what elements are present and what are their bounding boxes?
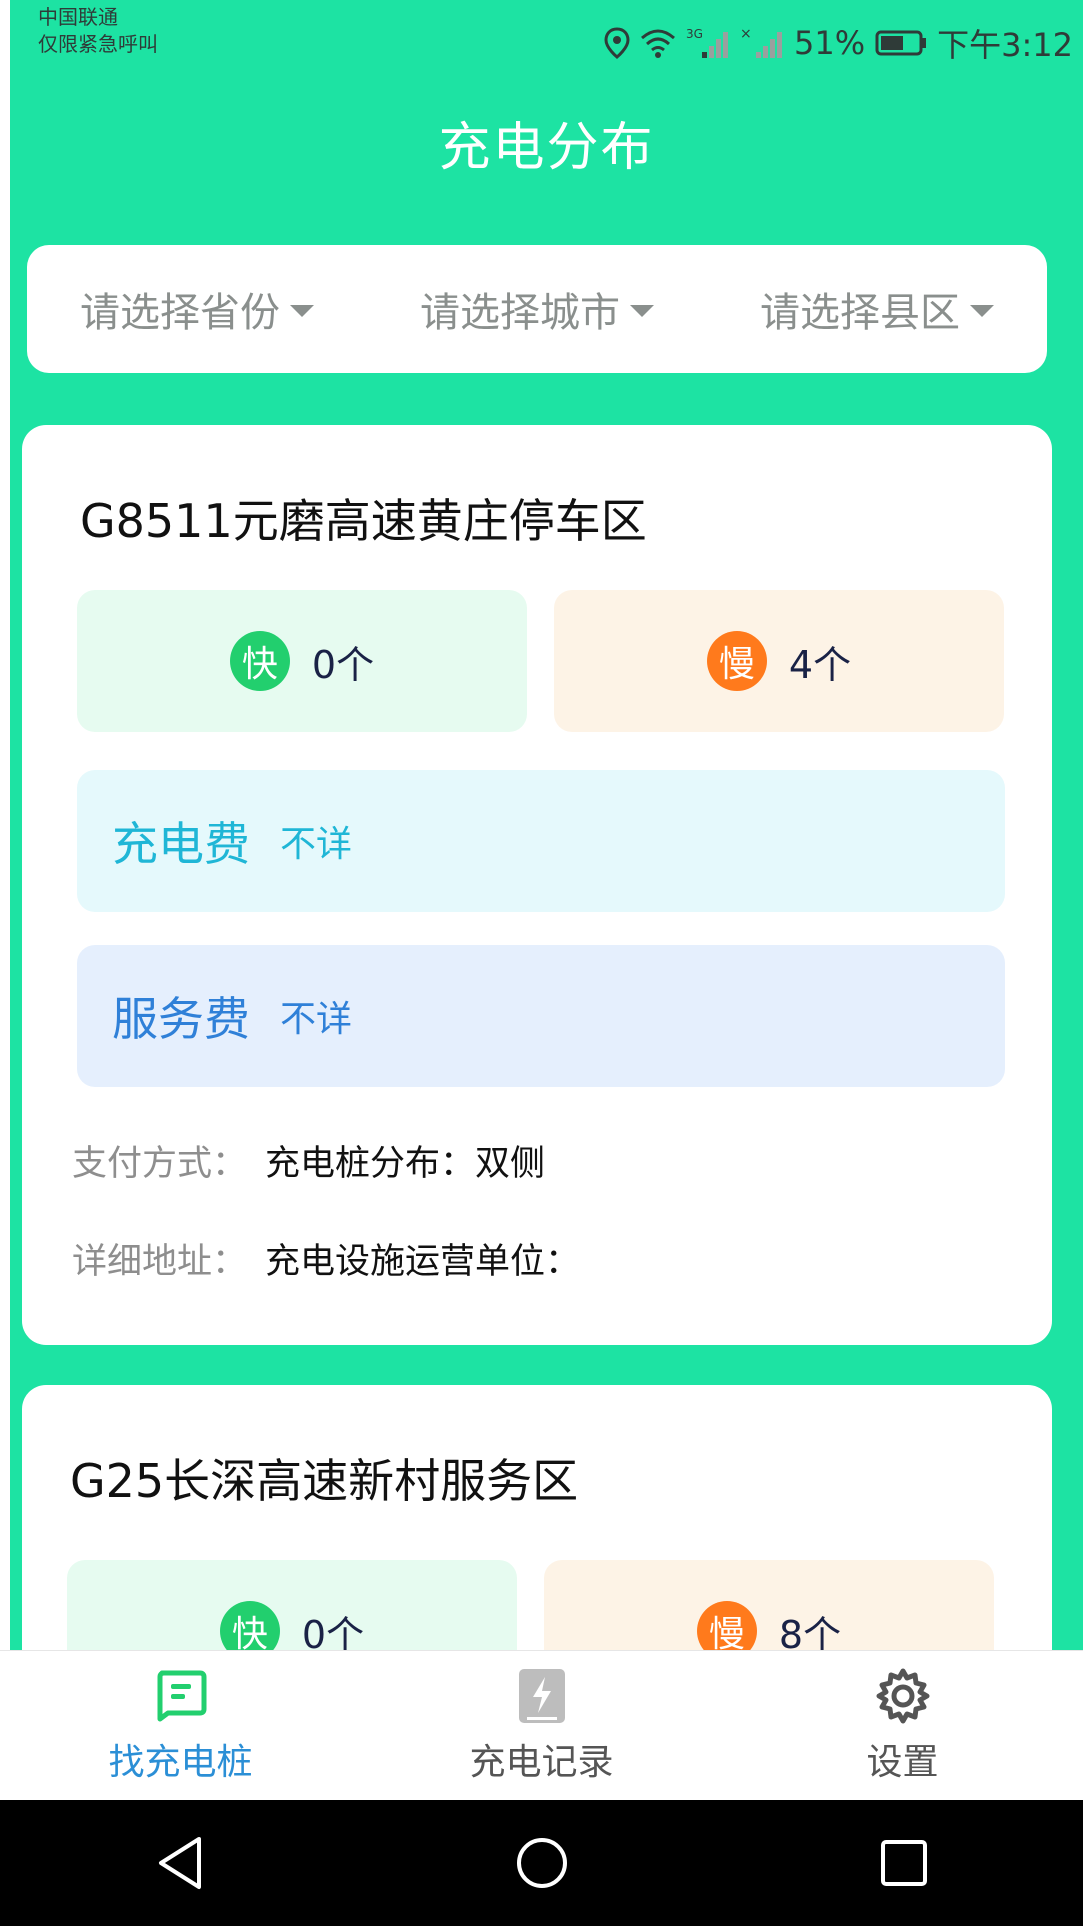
status-icons: 3G × 51% 下午3:12 (604, 20, 1073, 66)
charge-record-icon (518, 1668, 565, 1723)
wifi-icon (641, 29, 675, 58)
system-nav-bar (0, 1800, 1083, 1926)
charge-fee-label: 充电费 (112, 817, 250, 871)
tab-find-charger-label: 找充电桩 (108, 1741, 253, 1783)
city-select-label: 请选择城市 (420, 290, 620, 336)
operator-label: 充电设施运营单位： (265, 1242, 581, 1282)
bottom-tab-bar: 找充电桩 充电记录 设置 (0, 1650, 1083, 1800)
payment-label: 支付方式： (72, 1144, 248, 1184)
battery-percent: 51% (794, 24, 866, 62)
city-select[interactable]: 请选择城市 (367, 280, 707, 338)
region-filter-bar: 请选择省份 请选择城市 请选择县区 (27, 245, 1047, 373)
chevron-down-icon (290, 305, 314, 317)
recent-apps-icon[interactable] (879, 1838, 929, 1888)
tab-find-charger[interactable]: 找充电桩 (0, 1651, 361, 1800)
station-name: G8511元磨高速黄庄停车区 (80, 494, 647, 548)
status-bar: 中国联通 仅限紧急呼叫 3G × 51% 下午3:12 (10, 0, 1083, 70)
address-operator-row: 详细地址： 充电设施运营单位： (72, 1233, 580, 1284)
slow-badge: 慢 (706, 631, 767, 691)
province-select-label: 请选择省份 (80, 290, 280, 336)
service-fee-label: 服务费 (112, 992, 250, 1046)
district-select-label: 请选择县区 (760, 290, 960, 336)
home-icon[interactable] (514, 1835, 570, 1891)
battery-icon (875, 30, 927, 56)
distribution-value: 双侧 (475, 1144, 546, 1184)
charge-fee-row: 充电费 不详 (77, 770, 1005, 912)
carrier-info: 中国联通 仅限紧急呼叫 (38, 4, 158, 58)
page-title: 充电分布 (438, 118, 655, 178)
address-label: 详细地址： (72, 1242, 248, 1282)
chevron-down-icon (970, 305, 994, 317)
svg-text:3G: 3G (686, 27, 703, 41)
payment-distribution-row: 支付方式： 充电桩分布： 双侧 (72, 1135, 545, 1186)
fast-charger-count: 快 0个 (77, 590, 527, 732)
back-icon[interactable] (155, 1835, 205, 1891)
carrier-name: 中国联通 (38, 5, 118, 29)
emergency-only-text: 仅限紧急呼叫 (38, 32, 158, 56)
service-fee-value: 不详 (280, 999, 353, 1040)
charger-list-icon (157, 1670, 206, 1721)
service-fee-row: 服务费 不详 (77, 945, 1005, 1087)
slow-count: 4个 (788, 642, 852, 687)
chevron-down-icon (630, 305, 654, 317)
charge-fee-value: 不详 (280, 824, 353, 865)
location-icon (604, 27, 630, 59)
clock: 下午3:12 (937, 26, 1073, 64)
svg-text:×: × (740, 26, 752, 42)
station-card[interactable]: G8511元磨高速黄庄停车区 快 0个 慢 4个 充电费 不详 服务费 不详 支… (22, 425, 1052, 1345)
signal-3g-icon: 3G (686, 27, 728, 58)
fast-badge: 快 (229, 631, 290, 691)
distribution-label: 充电桩分布： (265, 1144, 476, 1184)
tab-charge-record[interactable]: 充电记录 (361, 1651, 722, 1800)
tab-charge-record-label: 充电记录 (469, 1741, 614, 1783)
gear-icon (876, 1668, 929, 1723)
fast-count: 0个 (311, 642, 375, 687)
district-select[interactable]: 请选择县区 (707, 280, 1047, 338)
station-name: G25长深高速新村服务区 (70, 1454, 579, 1508)
signal-no-sim-icon: × (740, 26, 782, 58)
tab-settings-label: 设置 (866, 1741, 939, 1783)
province-select[interactable]: 请选择省份 (27, 280, 367, 338)
slow-charger-count: 慢 4个 (554, 590, 1004, 732)
tab-settings[interactable]: 设置 (722, 1651, 1083, 1800)
